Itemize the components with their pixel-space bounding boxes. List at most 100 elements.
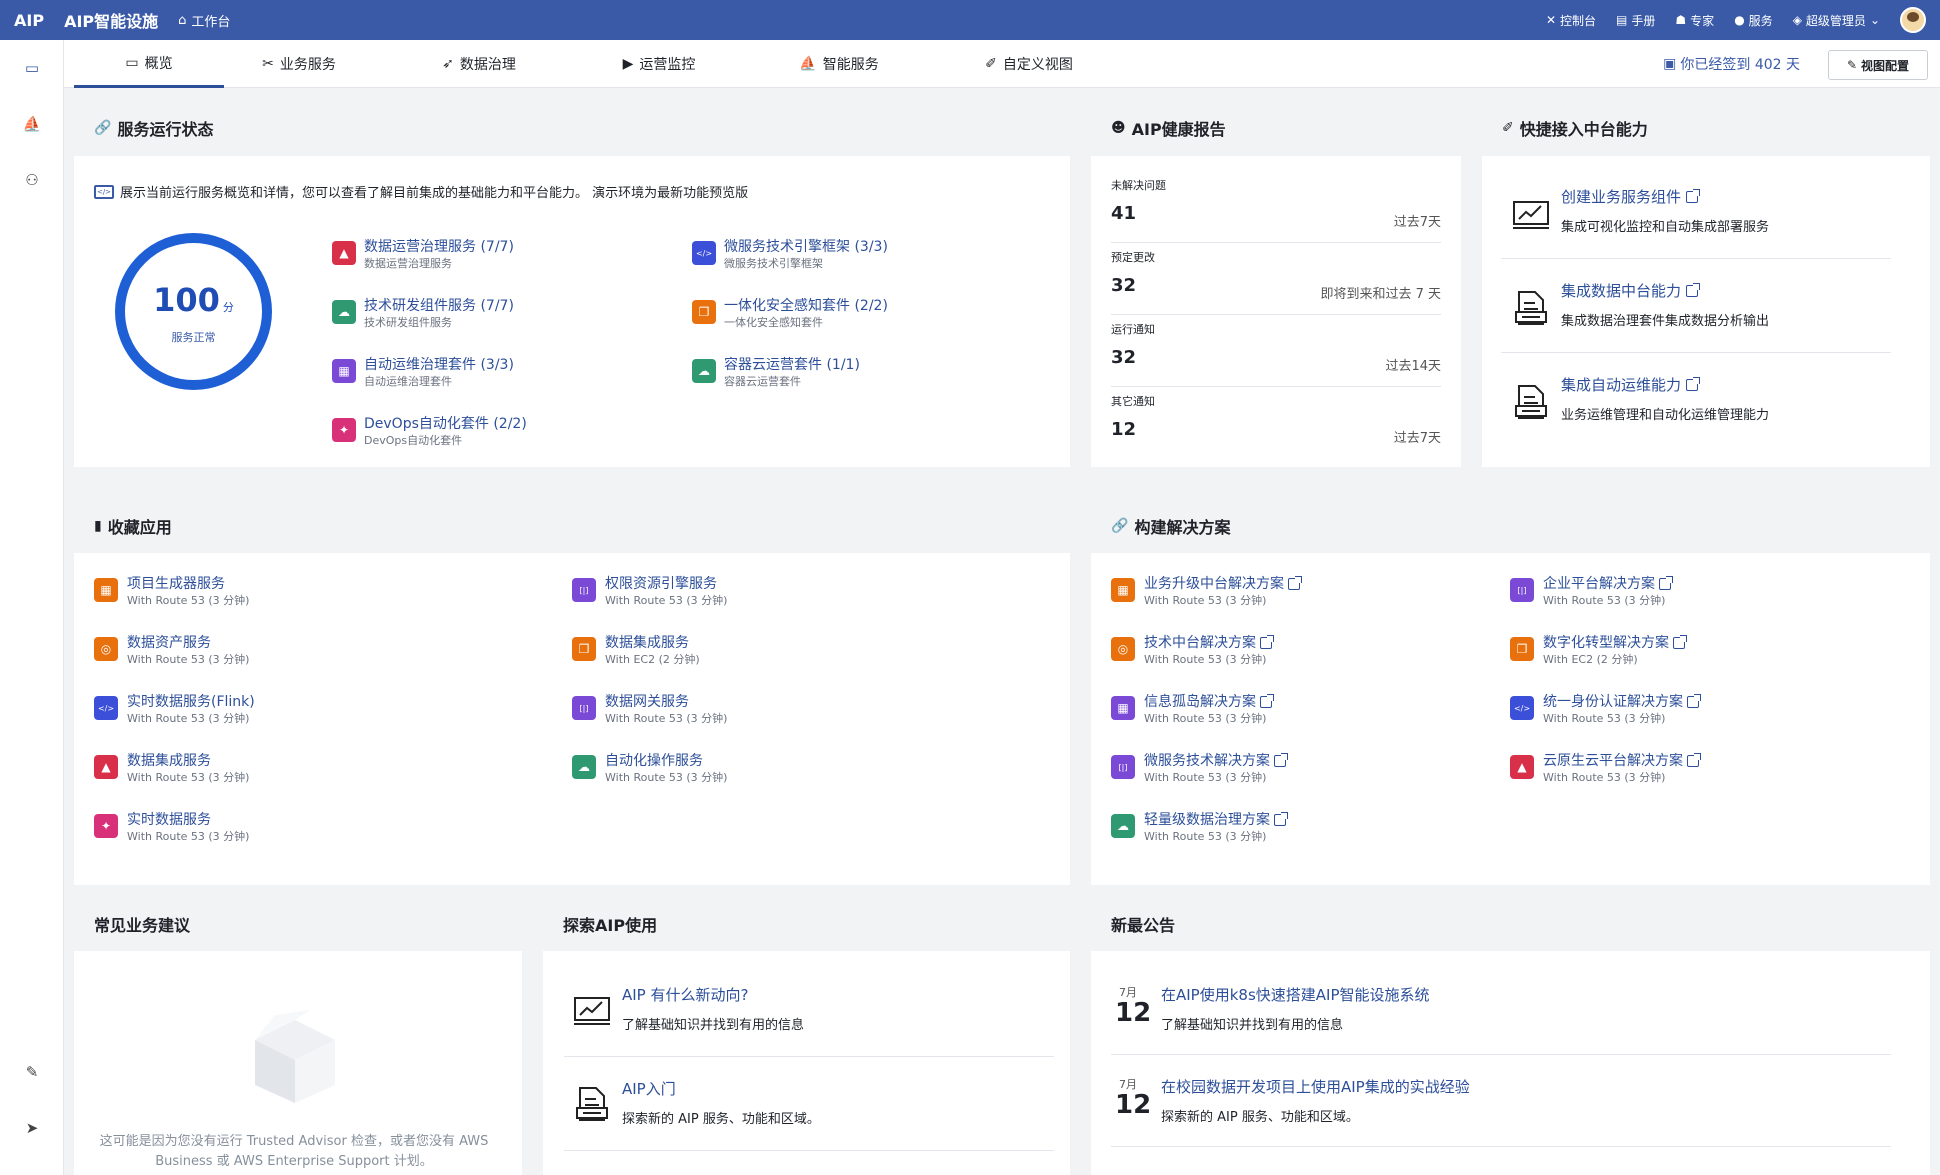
- service-title[interactable]: 容器云运营套件 (1/1): [724, 356, 860, 374]
- favorite-app-title[interactable]: 项目生成器服务: [127, 575, 249, 593]
- favorite-app-text: 数据网关服务 With Route 53 (3 分钟): [605, 693, 727, 726]
- favorite-app-title[interactable]: 实时数据服务(Flink): [127, 693, 255, 711]
- ship-icon: ⛵: [799, 56, 817, 72]
- service-title[interactable]: 技术研发组件服务 (7/7): [364, 297, 514, 315]
- tab-business-service[interactable]: ✂ 业务服务: [224, 40, 374, 88]
- service-item[interactable]: ✦ DevOps自动化套件 (2/2) DevOps自动化套件: [332, 415, 527, 448]
- user-icon: ●: [1734, 13, 1745, 27]
- news-title-link[interactable]: 在校园数据开发项目上使用AIP集成的实战经验: [1161, 1076, 1470, 1097]
- solution-title-link[interactable]: 统一身份认证解决方案: [1543, 693, 1701, 711]
- service-item[interactable]: ☁ 容器云运营套件 (1/1) 容器云运营套件: [692, 356, 860, 389]
- solution-title-link[interactable]: 业务升级中台解决方案: [1144, 575, 1302, 593]
- solution-item[interactable]: [|] 微服务技术解决方案 With Route 53 (3 分钟): [1111, 752, 1288, 785]
- desktop-icon[interactable]: ▭: [20, 56, 44, 80]
- service-item[interactable]: </> 微服务技术引擎框架 (3/3) 微服务技术引擎框架: [692, 238, 888, 271]
- expert-link[interactable]: ☗ 专家: [1675, 12, 1714, 29]
- explore-item[interactable]: AIP入门 探索新的 AIP 服务、功能和区域。: [564, 1078, 1054, 1160]
- solution-item[interactable]: [|] 企业平台解决方案 With Route 53 (3 分钟): [1510, 575, 1673, 608]
- send-icon[interactable]: ➤: [20, 1116, 44, 1140]
- favorite-app-item[interactable]: </> 实时数据服务(Flink) With Route 53 (3 分钟): [94, 693, 255, 726]
- service-item[interactable]: ▲ 数据运营治理服务 (7/7) 数据运营治理服务: [332, 238, 514, 271]
- favorite-app-title[interactable]: 数据集成服务: [127, 752, 249, 770]
- favorite-app-item[interactable]: ▦ 项目生成器服务 With Route 53 (3 分钟): [94, 575, 249, 608]
- service-link[interactable]: ● 服务: [1734, 12, 1773, 29]
- admin-menu[interactable]: ◈ 超级管理员 ⌄: [1793, 12, 1880, 29]
- service-item[interactable]: ❐ 一体化安全感知套件 (2/2) 一体化安全感知套件: [692, 297, 888, 330]
- solution-title-link[interactable]: 企业平台解决方案: [1543, 575, 1673, 593]
- edit-document-icon[interactable]: ✎: [20, 1060, 44, 1084]
- console-link[interactable]: ✕ 控制台: [1546, 12, 1596, 29]
- solution-item[interactable]: ◎ 技术中台解决方案 With Route 53 (3 分钟): [1111, 634, 1274, 667]
- explore-title-link[interactable]: AIP入门: [622, 1078, 676, 1099]
- news-item[interactable]: 7月 12 在AIP使用k8s快速搭建AIP智能设施系统 了解基础知识并找到有用的信息: [1111, 984, 1931, 1066]
- bracket-icon: [|]: [1111, 755, 1135, 779]
- quick-access-item[interactable]: 创建业务服务组件 集成可视化监控和自动集成部署服务: [1501, 186, 1891, 268]
- service-title[interactable]: DevOps自动化套件 (2/2): [364, 415, 527, 433]
- favorite-app-item[interactable]: ☁ 自动化操作服务 With Route 53 (3 分钟): [572, 752, 727, 785]
- tab-smart-service[interactable]: ⛵ 智能服务: [764, 40, 914, 88]
- view-config-button[interactable]: ✎ 视图配置: [1828, 50, 1928, 80]
- solution-title-link[interactable]: 技术中台解决方案: [1144, 634, 1274, 652]
- news-item[interactable]: 7月 12 在校园数据开发项目上使用AIP集成的实战经验 探索新的 AIP 服务、功能…: [1111, 1076, 1931, 1158]
- service-text: 一体化安全感知套件 (2/2) 一体化安全感知套件: [724, 297, 888, 330]
- tab-overview[interactable]: ▭ 概览: [74, 40, 224, 88]
- news-title-link[interactable]: 在AIP使用k8s快速搭建AIP智能设施系统: [1161, 984, 1430, 1005]
- service-title[interactable]: 微服务技术引擎框架 (3/3): [724, 238, 888, 256]
- favorite-app-title[interactable]: 数据资产服务: [127, 634, 249, 652]
- solution-title-link[interactable]: 微服务技术解决方案: [1144, 752, 1288, 770]
- solution-title: 业务升级中台解决方案: [1144, 576, 1284, 592]
- solution-item[interactable]: ▦ 业务升级中台解决方案 With Route 53 (3 分钟): [1111, 575, 1302, 608]
- description-text: 展示当前运行服务概览和详情，您可以查看了解目前集成的基础能力和平台能力。 演示环…: [120, 186, 749, 201]
- service-item[interactable]: ☁ 技术研发组件服务 (7/7) 技术研发组件服务: [332, 297, 514, 330]
- solution-item[interactable]: ☁ 轻量级数据治理方案 With Route 53 (3 分钟): [1111, 811, 1288, 844]
- solution-title-link[interactable]: 数字化转型解决方案: [1543, 634, 1687, 652]
- favorite-app-item[interactable]: ▲ 数据集成服务 With Route 53 (3 分钟): [94, 752, 249, 785]
- quick-access-title-link[interactable]: 集成自动运维能力: [1561, 374, 1701, 395]
- favorite-app-title[interactable]: 自动化操作服务: [605, 752, 727, 770]
- app-title[interactable]: AIP智能设施: [64, 8, 158, 32]
- health-value[interactable]: 41: [1111, 203, 1441, 224]
- quick-access-item[interactable]: 集成数据中台能力 集成数据治理套件集成数据分析输出: [1501, 280, 1891, 362]
- solution-item[interactable]: ▦ 信息孤岛解决方案 With Route 53 (3 分钟): [1111, 693, 1274, 726]
- user-settings-icon[interactable]: ⚇: [20, 168, 44, 192]
- service-title[interactable]: 自动运维治理套件 (3/3): [364, 356, 514, 374]
- explore-title: 探索AIP使用: [563, 912, 657, 936]
- solution-title-link[interactable]: 云原生云平台解决方案: [1543, 752, 1701, 770]
- service-title[interactable]: 一体化安全感知套件 (2/2): [724, 297, 888, 315]
- health-value[interactable]: 12: [1111, 419, 1441, 440]
- tab-label: 业务服务: [279, 57, 336, 73]
- explore-item[interactable]: AIP 有什么新动向? 了解基础知识并找到有用的信息: [564, 984, 1054, 1066]
- explore-title-link[interactable]: AIP 有什么新动向?: [622, 984, 748, 1005]
- favorite-app-item[interactable]: [|] 数据网关服务 With Route 53 (3 分钟): [572, 693, 727, 726]
- solution-title-link[interactable]: 信息孤岛解决方案: [1144, 693, 1274, 711]
- service-item[interactable]: ▦ 自动运维治理套件 (3/3) 自动运维治理套件: [332, 356, 514, 389]
- ship-icon[interactable]: ⛵: [20, 112, 44, 136]
- brand-logo[interactable]: AIP: [14, 11, 44, 30]
- workbench-link[interactable]: ⌂ 工作台: [178, 11, 230, 30]
- quick-access-item[interactable]: 集成自动运维能力 业务运维管理和自动化运维管理能力: [1511, 374, 1881, 456]
- favorite-app-title[interactable]: 权限资源引擎服务: [605, 575, 727, 593]
- favorite-app-item[interactable]: ✦ 实时数据服务 With Route 53 (3 分钟): [94, 811, 249, 844]
- solution-item[interactable]: ❐ 数字化转型解决方案 With EC2 (2 分钟): [1510, 634, 1687, 667]
- tab-ops-monitor[interactable]: ▶ 运营监控: [584, 40, 734, 88]
- quick-access-title-link[interactable]: 集成数据中台能力: [1561, 280, 1701, 301]
- news-day: 12: [1115, 998, 1152, 1028]
- warning-icon: ▲: [1510, 755, 1534, 779]
- solution-item[interactable]: ▲ 云原生云平台解决方案 With Route 53 (3 分钟): [1510, 752, 1701, 785]
- avatar[interactable]: [1900, 7, 1926, 33]
- manual-link[interactable]: ▤ 手册: [1616, 12, 1655, 29]
- solution-item[interactable]: </> 统一身份认证解决方案 With Route 53 (3 分钟): [1510, 693, 1701, 726]
- favorite-app-title[interactable]: 实时数据服务: [127, 811, 249, 829]
- empty-state-text: 这可能是因为您没有运行 Trusted Advisor 检查，或者您没有 AWS…: [99, 1134, 489, 1169]
- solution-text: 微服务技术解决方案 With Route 53 (3 分钟): [1144, 752, 1288, 785]
- tab-custom-view[interactable]: ✐ 自定义视图: [954, 40, 1104, 88]
- solution-title-link[interactable]: 轻量级数据治理方案: [1144, 811, 1288, 829]
- favorite-app-title[interactable]: 数据集成服务: [605, 634, 700, 652]
- favorite-app-item[interactable]: [|] 权限资源引擎服务 With Route 53 (3 分钟): [572, 575, 727, 608]
- favorite-app-item[interactable]: ◎ 数据资产服务 With Route 53 (3 分钟): [94, 634, 249, 667]
- tab-data-governance[interactable]: ➶ 数据治理: [404, 40, 554, 88]
- service-title[interactable]: 数据运营治理服务 (7/7): [364, 238, 514, 256]
- favorite-app-item[interactable]: ❐ 数据集成服务 With EC2 (2 分钟): [572, 634, 700, 667]
- quick-access-title-link[interactable]: 创建业务服务组件: [1561, 186, 1701, 207]
- favorite-app-title[interactable]: 数据网关服务: [605, 693, 727, 711]
